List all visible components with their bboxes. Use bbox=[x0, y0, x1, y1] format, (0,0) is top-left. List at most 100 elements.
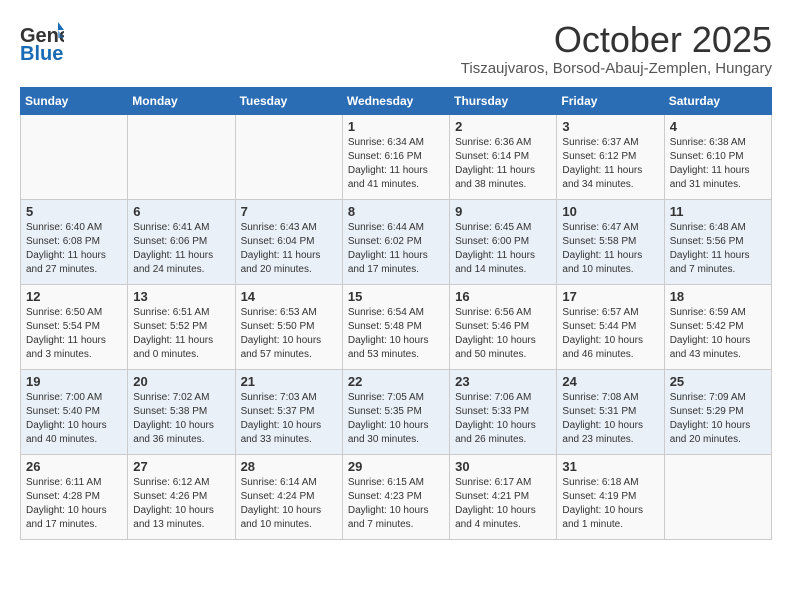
day-number: 26 bbox=[26, 459, 122, 474]
calendar-cell: 4 Sunrise: 6:38 AMSunset: 6:10 PMDaylight… bbox=[664, 114, 771, 199]
calendar-cell: 21Sunrise: 7:03 AMSunset: 5:37 PMDayligh… bbox=[235, 369, 342, 454]
day-info: Sunrise: 7:08 AMSunset: 5:31 PMDaylight:… bbox=[562, 391, 658, 447]
day-number: 27 bbox=[133, 459, 229, 474]
calendar-cell bbox=[664, 454, 771, 539]
calendar-cell: 30 Sunrise: 6:17 AMSunset: 4:21 PMDayligh… bbox=[450, 454, 557, 539]
day-info: Sunrise: 6:59 AMSunset: 5:42 PMDaylight:… bbox=[670, 306, 766, 362]
calendar-cell: 7 Sunrise: 6:43 AMSunset: 6:04 PMDaylight… bbox=[235, 199, 342, 284]
calendar-cell: 28 Sunrise: 6:14 AMSunset: 4:24 PMDayligh… bbox=[235, 454, 342, 539]
day-number: 22 bbox=[348, 374, 444, 389]
day-header-tuesday: Tuesday bbox=[235, 87, 342, 114]
day-number: 10 bbox=[562, 204, 658, 219]
calendar-week-5: 26 Sunrise: 6:11 AMSunset: 4:28 PMDayligh… bbox=[21, 454, 772, 539]
calendar-body: 1 Sunrise: 6:34 AMSunset: 6:16 PMDaylight… bbox=[21, 114, 772, 539]
calendar-cell: 9Sunrise: 6:45 AMSunset: 6:00 PMDaylight… bbox=[450, 199, 557, 284]
calendar-week-1: 1 Sunrise: 6:34 AMSunset: 6:16 PMDaylight… bbox=[21, 114, 772, 199]
calendar-cell bbox=[128, 114, 235, 199]
day-number: 16 bbox=[455, 289, 551, 304]
calendar-cell: 31Sunrise: 6:18 AMSunset: 4:19 PMDayligh… bbox=[557, 454, 664, 539]
calendar-table: SundayMondayTuesdayWednesdayThursdayFrid… bbox=[20, 87, 772, 540]
calendar-cell: 15 Sunrise: 6:54 AMSunset: 5:48 PMDayligh… bbox=[342, 284, 449, 369]
calendar-cell: 6Sunrise: 6:41 AMSunset: 6:06 PMDaylight… bbox=[128, 199, 235, 284]
title-area: October 2025 Tiszaujvaros, Borsod-Abauj-… bbox=[461, 20, 772, 77]
day-number: 15 bbox=[348, 289, 444, 304]
day-info: Sunrise: 7:03 AMSunset: 5:37 PMDaylight:… bbox=[241, 391, 337, 447]
day-number: 4 bbox=[670, 119, 766, 134]
logo-icon: General Blue bbox=[20, 20, 64, 64]
calendar-week-2: 5 Sunrise: 6:40 AMSunset: 6:08 PMDaylight… bbox=[21, 199, 772, 284]
calendar-cell: 13 Sunrise: 6:51 AMSunset: 5:52 PMDayligh… bbox=[128, 284, 235, 369]
day-info: Sunrise: 6:38 AMSunset: 6:10 PMDaylight:… bbox=[670, 136, 766, 192]
day-header-sunday: Sunday bbox=[21, 87, 128, 114]
day-info: Sunrise: 6:40 AMSunset: 6:08 PMDaylight:… bbox=[26, 221, 122, 277]
day-number: 3 bbox=[562, 119, 658, 134]
logo-row: General Blue bbox=[20, 20, 64, 64]
day-number: 14 bbox=[241, 289, 337, 304]
day-info: Sunrise: 6:45 AMSunset: 6:00 PMDaylight:… bbox=[455, 221, 551, 277]
calendar-cell: 27Sunrise: 6:12 AMSunset: 4:26 PMDayligh… bbox=[128, 454, 235, 539]
day-info: Sunrise: 6:41 AMSunset: 6:06 PMDaylight:… bbox=[133, 221, 229, 277]
calendar-cell: 23Sunrise: 7:06 AMSunset: 5:33 PMDayligh… bbox=[450, 369, 557, 454]
day-info: Sunrise: 6:17 AMSunset: 4:21 PMDaylight:… bbox=[455, 476, 551, 532]
day-info: Sunrise: 7:00 AMSunset: 5:40 PMDaylight:… bbox=[26, 391, 122, 447]
calendar-cell: 25Sunrise: 7:09 AMSunset: 5:29 PMDayligh… bbox=[664, 369, 771, 454]
calendar-week-3: 12Sunrise: 6:50 AMSunset: 5:54 PMDayligh… bbox=[21, 284, 772, 369]
calendar-cell: 2 Sunrise: 6:36 AMSunset: 6:14 PMDaylight… bbox=[450, 114, 557, 199]
day-info: Sunrise: 6:43 AMSunset: 6:04 PMDaylight:… bbox=[241, 221, 337, 277]
day-number: 24 bbox=[562, 374, 658, 389]
day-info: Sunrise: 7:02 AMSunset: 5:38 PMDaylight:… bbox=[133, 391, 229, 447]
day-info: Sunrise: 6:37 AMSunset: 6:12 PMDaylight:… bbox=[562, 136, 658, 192]
calendar-cell: 14 Sunrise: 6:53 AMSunset: 5:50 PMDayligh… bbox=[235, 284, 342, 369]
day-info: Sunrise: 6:48 AMSunset: 5:56 PMDaylight:… bbox=[670, 221, 766, 277]
calendar-cell bbox=[235, 114, 342, 199]
day-number: 18 bbox=[670, 289, 766, 304]
calendar-cell: 3 Sunrise: 6:37 AMSunset: 6:12 PMDaylight… bbox=[557, 114, 664, 199]
calendar-cell: 19 Sunrise: 7:00 AMSunset: 5:40 PMDayligh… bbox=[21, 369, 128, 454]
day-number: 11 bbox=[670, 204, 766, 219]
calendar-cell bbox=[21, 114, 128, 199]
calendar-cell: 26 Sunrise: 6:11 AMSunset: 4:28 PMDayligh… bbox=[21, 454, 128, 539]
day-number: 19 bbox=[26, 374, 122, 389]
header: General Blue October 2025 Tiszaujvaros, … bbox=[20, 20, 772, 77]
calendar-cell: 11 Sunrise: 6:48 AMSunset: 5:56 PMDayligh… bbox=[664, 199, 771, 284]
day-info: Sunrise: 6:14 AMSunset: 4:24 PMDaylight:… bbox=[241, 476, 337, 532]
day-info: Sunrise: 6:36 AMSunset: 6:14 PMDaylight:… bbox=[455, 136, 551, 192]
calendar-cell: 1 Sunrise: 6:34 AMSunset: 6:16 PMDaylight… bbox=[342, 114, 449, 199]
day-number: 8 bbox=[348, 204, 444, 219]
day-number: 13 bbox=[133, 289, 229, 304]
calendar-cell: 29 Sunrise: 6:15 AMSunset: 4:23 PMDayligh… bbox=[342, 454, 449, 539]
day-info: Sunrise: 6:53 AMSunset: 5:50 PMDaylight:… bbox=[241, 306, 337, 362]
calendar-cell: 18 Sunrise: 6:59 AMSunset: 5:42 PMDayligh… bbox=[664, 284, 771, 369]
month-title: October 2025 bbox=[461, 20, 772, 60]
location-title: Tiszaujvaros, Borsod-Abauj-Zemplen, Hung… bbox=[461, 60, 772, 77]
calendar-cell: 16 Sunrise: 6:56 AMSunset: 5:46 PMDayligh… bbox=[450, 284, 557, 369]
day-info: Sunrise: 6:15 AMSunset: 4:23 PMDaylight:… bbox=[348, 476, 444, 532]
calendar-cell: 22 Sunrise: 7:05 AMSunset: 5:35 PMDayligh… bbox=[342, 369, 449, 454]
day-info: Sunrise: 6:54 AMSunset: 5:48 PMDaylight:… bbox=[348, 306, 444, 362]
day-header-monday: Monday bbox=[128, 87, 235, 114]
calendar-cell: 10Sunrise: 6:47 AMSunset: 5:58 PMDayligh… bbox=[557, 199, 664, 284]
day-number: 2 bbox=[455, 119, 551, 134]
day-header-thursday: Thursday bbox=[450, 87, 557, 114]
day-info: Sunrise: 6:51 AMSunset: 5:52 PMDaylight:… bbox=[133, 306, 229, 362]
day-info: Sunrise: 6:44 AMSunset: 6:02 PMDaylight:… bbox=[348, 221, 444, 277]
day-header-saturday: Saturday bbox=[664, 87, 771, 114]
day-number: 5 bbox=[26, 204, 122, 219]
day-info: Sunrise: 7:06 AMSunset: 5:33 PMDaylight:… bbox=[455, 391, 551, 447]
day-number: 31 bbox=[562, 459, 658, 474]
day-number: 1 bbox=[348, 119, 444, 134]
day-info: Sunrise: 6:11 AMSunset: 4:28 PMDaylight:… bbox=[26, 476, 122, 532]
day-info: Sunrise: 6:34 AMSunset: 6:16 PMDaylight:… bbox=[348, 136, 444, 192]
day-info: Sunrise: 7:05 AMSunset: 5:35 PMDaylight:… bbox=[348, 391, 444, 447]
day-number: 17 bbox=[562, 289, 658, 304]
day-number: 25 bbox=[670, 374, 766, 389]
day-number: 29 bbox=[348, 459, 444, 474]
calendar-week-4: 19 Sunrise: 7:00 AMSunset: 5:40 PMDayligh… bbox=[21, 369, 772, 454]
day-number: 30 bbox=[455, 459, 551, 474]
day-number: 28 bbox=[241, 459, 337, 474]
calendar-cell: 5 Sunrise: 6:40 AMSunset: 6:08 PMDaylight… bbox=[21, 199, 128, 284]
day-number: 7 bbox=[241, 204, 337, 219]
svg-text:Blue: Blue bbox=[20, 43, 63, 64]
calendar-cell: 8 Sunrise: 6:44 AMSunset: 6:02 PMDaylight… bbox=[342, 199, 449, 284]
day-info: Sunrise: 6:56 AMSunset: 5:46 PMDaylight:… bbox=[455, 306, 551, 362]
